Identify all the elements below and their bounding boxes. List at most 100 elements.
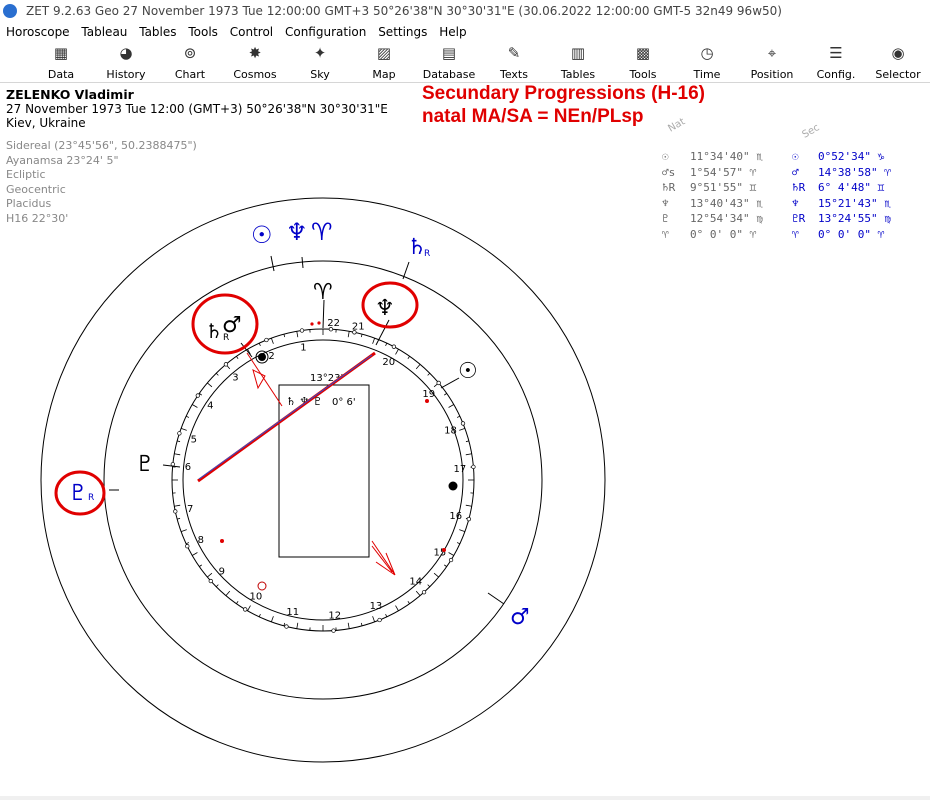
degree-tick bbox=[372, 616, 376, 623]
house-number: 22 bbox=[327, 318, 340, 329]
sec-mars-icon[interactable]: ♂ bbox=[510, 605, 530, 630]
natal-sun-pointer bbox=[440, 377, 460, 389]
degree-tick bbox=[407, 601, 410, 604]
center-box-value: 0° 6' bbox=[332, 397, 356, 408]
marker-dot bbox=[220, 539, 224, 543]
degree-tick bbox=[180, 529, 187, 533]
degree-tick bbox=[448, 552, 454, 556]
degree-tick bbox=[444, 564, 447, 567]
natal-aries-point-icon[interactable]: ♈ bbox=[313, 280, 333, 305]
aspect-line-minor bbox=[246, 352, 283, 407]
natal-mars-icon[interactable]: ♂ bbox=[222, 313, 242, 338]
marker-dot bbox=[442, 548, 446, 552]
sec-sun-icon[interactable]: ☉ bbox=[251, 221, 273, 249]
degree-tick bbox=[247, 605, 251, 611]
natal-neptune-icon[interactable]: ♆ bbox=[375, 296, 395, 321]
degree-tick bbox=[360, 334, 363, 338]
degree-tick bbox=[444, 393, 447, 396]
house-number: 4 bbox=[207, 401, 213, 412]
degree-tick bbox=[215, 584, 219, 588]
house-cusp-dot bbox=[460, 421, 466, 426]
natal-sun-icon[interactable]: ☉ bbox=[458, 359, 478, 384]
degree-tick bbox=[258, 342, 261, 347]
degree-tick bbox=[174, 453, 181, 456]
degree-tick bbox=[407, 356, 410, 359]
degree-tick bbox=[347, 331, 350, 338]
degree-tick bbox=[456, 542, 461, 545]
degree-tick bbox=[427, 372, 431, 376]
degree-tick bbox=[270, 616, 274, 623]
degree-tick bbox=[448, 404, 454, 408]
house-cusp-dot bbox=[284, 624, 289, 629]
house-cusp-dot bbox=[391, 344, 397, 349]
house-number: 2 bbox=[268, 351, 274, 362]
degree-tick bbox=[199, 564, 202, 567]
house-number: 1 bbox=[300, 342, 306, 353]
house-cusp-dot bbox=[377, 617, 382, 623]
house-cusp-dot bbox=[448, 557, 454, 563]
house-number: 12 bbox=[328, 611, 341, 622]
aspect-fan bbox=[371, 540, 396, 576]
degree-tick bbox=[258, 613, 261, 618]
house-cusp-dot bbox=[421, 590, 427, 595]
marker-dot bbox=[425, 399, 429, 403]
house-number: 5 bbox=[191, 434, 197, 445]
natal-saturn-icon[interactable]: ♄ bbox=[205, 319, 223, 343]
sec-pluto-retro-label: R bbox=[88, 493, 94, 503]
degree-tick bbox=[372, 337, 376, 344]
house-cusp-dot bbox=[352, 330, 357, 335]
degree-tick bbox=[395, 605, 399, 611]
degree-tick bbox=[433, 572, 439, 578]
sec-mars-pointer bbox=[487, 592, 505, 605]
degree-tick bbox=[192, 552, 198, 556]
degree-tick bbox=[456, 415, 461, 418]
natal-position-dot bbox=[448, 481, 458, 491]
house-number: 14 bbox=[409, 576, 422, 587]
house-number: 8 bbox=[198, 535, 204, 546]
natal-pluto-icon[interactable]: ♇ bbox=[135, 452, 155, 477]
degree-tick bbox=[236, 356, 239, 359]
degree-tick bbox=[174, 504, 181, 507]
house-cusp-dot bbox=[195, 393, 200, 398]
degree-tick bbox=[427, 584, 431, 588]
house-number: 10 bbox=[249, 592, 262, 603]
house-cusp-dot bbox=[328, 327, 334, 332]
degree-tick bbox=[177, 440, 181, 443]
degree-tick bbox=[192, 404, 198, 408]
marker-dot bbox=[317, 321, 321, 325]
horoscope-chart[interactable]: 1234567891011 1213141516171819202122 13°2… bbox=[0, 0, 930, 800]
house-number: 3 bbox=[232, 373, 238, 384]
house-number: 6 bbox=[185, 462, 191, 473]
degree-tick bbox=[177, 517, 181, 520]
degree-tick bbox=[225, 590, 231, 596]
natal-position-dot bbox=[258, 353, 266, 361]
house-cusp-dot bbox=[208, 578, 213, 584]
degree-tick bbox=[283, 622, 286, 626]
house-cusp-dot bbox=[299, 328, 305, 333]
house-number: 17 bbox=[453, 464, 466, 475]
aspect-marker bbox=[252, 369, 266, 390]
degree-tick bbox=[236, 601, 239, 604]
degree-tick bbox=[459, 427, 466, 431]
status-bar bbox=[0, 796, 930, 800]
sec-neptune-icon[interactable]: ♆ bbox=[286, 218, 308, 246]
degree-tick bbox=[180, 427, 187, 431]
house-cusp-dot bbox=[173, 509, 178, 514]
house-cusp-dot bbox=[177, 431, 182, 436]
house-cusp-dot bbox=[471, 464, 476, 469]
house-cusp-dot bbox=[170, 462, 175, 467]
sec-pluto-icon[interactable]: ♇ bbox=[68, 481, 88, 506]
house-cusp-dot bbox=[185, 544, 190, 549]
center-box bbox=[278, 384, 370, 558]
house-number: 11 bbox=[286, 607, 299, 618]
sec-aries-point-icon[interactable]: ♈ bbox=[311, 218, 333, 246]
sec-neptune-pointer bbox=[301, 256, 304, 269]
degree-tick bbox=[347, 622, 350, 629]
house-number: 9 bbox=[219, 566, 225, 577]
natal-position-dot bbox=[257, 581, 267, 591]
house-cusp-dot bbox=[264, 337, 269, 343]
center-box-glyphs: ♄ ♆ ♇ bbox=[286, 395, 323, 408]
degree-tick bbox=[207, 382, 213, 388]
degree-tick bbox=[415, 590, 421, 596]
house-number: 7 bbox=[187, 504, 193, 515]
